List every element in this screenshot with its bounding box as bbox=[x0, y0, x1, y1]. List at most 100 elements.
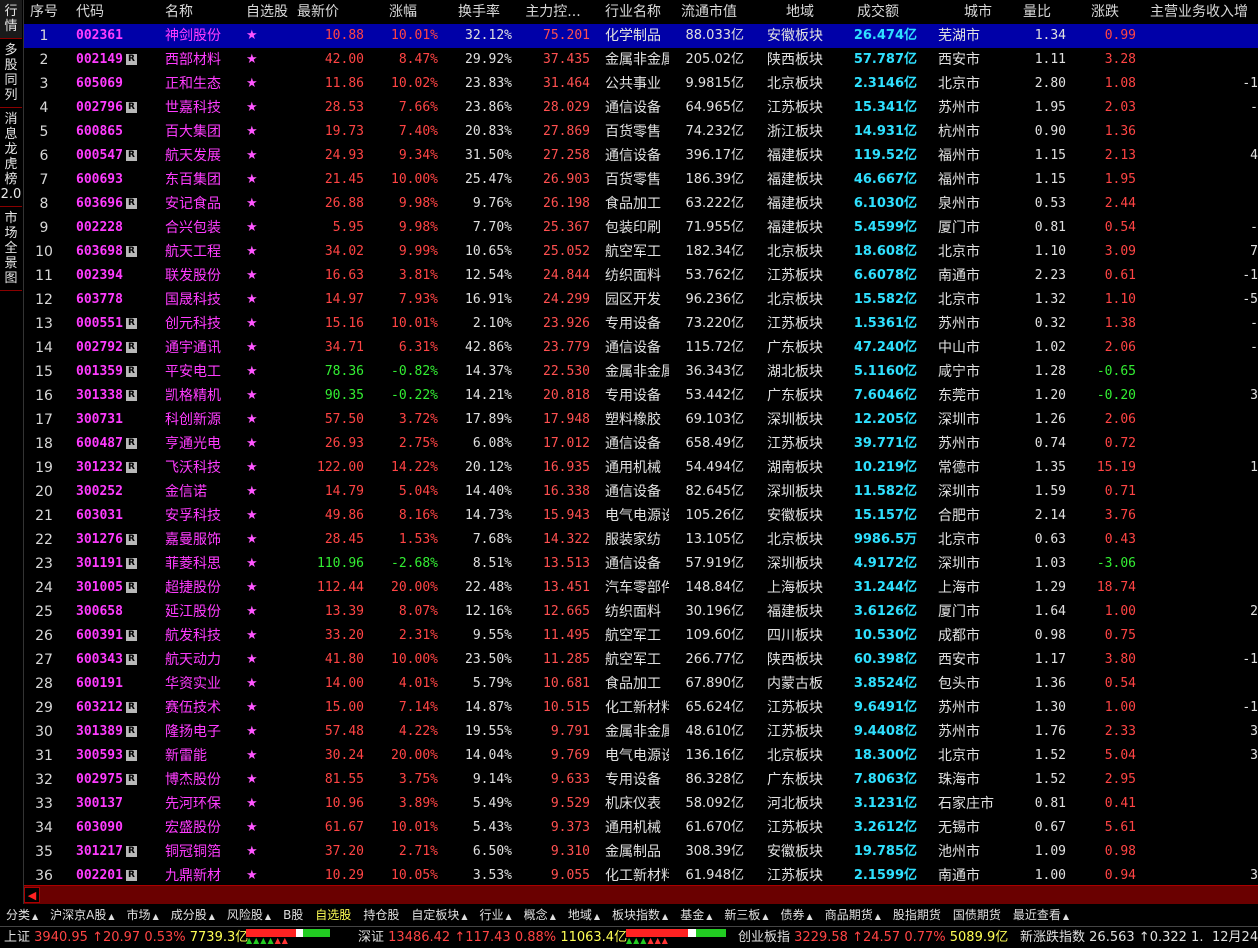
favorite-star-icon[interactable]: ★ bbox=[246, 168, 266, 192]
table-row[interactable]: 30 301389 R 隆扬电子 ★ 57.48 4.22% 19.55% 9.791 金属非金属… bbox=[24, 720, 1258, 744]
favorite-star-icon[interactable]: ★ bbox=[246, 864, 266, 885]
table-row[interactable]: 14 002792 R 通宇通讯 ★ 34.71 6.31% 42.86% 23.779 通信设备… bbox=[24, 336, 1258, 360]
status-cyb[interactable]: 创业板指 3229.58 ↑24.57 0.77% 5089.9亿 bbox=[738, 927, 1008, 948]
favorite-star-icon[interactable]: ★ bbox=[246, 480, 266, 504]
bottom-tab[interactable]: 地域 ▲ bbox=[562, 904, 606, 928]
favorite-star-icon[interactable]: ★ bbox=[246, 288, 266, 312]
table-row[interactable]: 11 002394 联发股份 ★ 16.63 3.81% 12.54% 24.844 纺织面料 5… bbox=[24, 264, 1258, 288]
favorite-star-icon[interactable]: ★ bbox=[246, 120, 266, 144]
table-row[interactable]: 22 301276 R 嘉曼服饰 ★ 28.45 1.53% 7.68% 14.322 服装家纺 1… bbox=[24, 528, 1258, 552]
bottom-tab[interactable]: 板块指数 ▲ bbox=[606, 904, 674, 928]
bottom-tab[interactable]: 股指期货 bbox=[887, 904, 947, 926]
side-tab-market-panorama[interactable]: 市场全景图 bbox=[0, 207, 22, 291]
status-sh[interactable]: 上证 3940.95 ↑20.97 0.53% 7739.3亿 bbox=[4, 927, 248, 948]
table-row[interactable]: 31 300593 R 新雷能 ★ 30.24 20.00% 14.04% 9.769 电气电源设… bbox=[24, 744, 1258, 768]
table-row[interactable]: 26 600391 R 航发科技 ★ 33.20 2.31% 9.55% 11.495 航空军工 1… bbox=[24, 624, 1258, 648]
bottom-tab[interactable]: 国债期货 bbox=[947, 904, 1007, 926]
favorite-star-icon[interactable]: ★ bbox=[246, 672, 266, 696]
table-row[interactable]: 19 301232 R 飞沃科技 ★ 122.00 14.22% 20.12% 16.935 通用… bbox=[24, 456, 1258, 480]
favorite-star-icon[interactable]: ★ bbox=[246, 336, 266, 360]
side-tab-multi-stock[interactable]: 多股同列 bbox=[0, 39, 22, 108]
table-row[interactable]: 6 000547 R 航天发展 ★ 24.93 9.34% 31.50% 27.258 通信设备 3… bbox=[24, 144, 1258, 168]
favorite-star-icon[interactable]: ★ bbox=[246, 144, 266, 168]
bottom-tab[interactable]: 行业 ▲ bbox=[474, 904, 518, 928]
table-row[interactable]: 25 300658 延江股份 ★ 13.39 8.07% 12.16% 12.665 纺织面料 3… bbox=[24, 600, 1258, 624]
table-row[interactable]: 23 301191 R 菲菱科思 ★ 110.96 -2.68% 8.51% 13.513 通信设… bbox=[24, 552, 1258, 576]
bottom-tab[interactable]: 成分股 ▲ bbox=[165, 904, 221, 928]
bottom-tab[interactable]: 最近查看 ▲ bbox=[1007, 904, 1075, 928]
bottom-tab[interactable]: 新三板 ▲ bbox=[718, 904, 774, 928]
header-revenue-growth[interactable]: 主营业务收入增 bbox=[1150, 0, 1258, 24]
table-row[interactable]: 29 603212 R 赛伍技术 ★ 15.00 7.14% 14.87% 10.515 化工新材… bbox=[24, 696, 1258, 720]
favorite-star-icon[interactable]: ★ bbox=[246, 504, 266, 528]
header-name[interactable]: 名称 bbox=[165, 0, 235, 24]
side-tab-quotes[interactable]: 行情 bbox=[0, 0, 22, 39]
bottom-tab[interactable]: B股 bbox=[277, 904, 309, 926]
header-main-control[interactable]: 主力控... bbox=[516, 0, 590, 24]
header-turnover[interactable]: 换手率 bbox=[446, 0, 512, 24]
status-new-index[interactable]: 新涨跌指数 26.563 ↑0.322 1. bbox=[1020, 927, 1203, 948]
bottom-tab[interactable]: 持仓股 bbox=[357, 904, 405, 926]
header-change[interactable]: 涨跌 bbox=[1074, 0, 1136, 24]
table-row[interactable]: 17 300731 科创新源 ★ 57.50 3.72% 17.89% 17.948 塑料橡胶 6… bbox=[24, 408, 1258, 432]
header-code[interactable]: 代码 bbox=[76, 0, 154, 24]
favorite-star-icon[interactable]: ★ bbox=[246, 264, 266, 288]
table-row[interactable]: 5 600865 百大集团 ★ 19.73 7.40% 20.83% 27.869 百货零售 74… bbox=[24, 120, 1258, 144]
bottom-tab[interactable]: 自选股 bbox=[309, 904, 357, 926]
bottom-tab[interactable]: 债券 ▲ bbox=[775, 904, 819, 928]
table-row[interactable]: 16 301338 R 凯格精机 ★ 90.35 -0.22% 14.21% 20.818 专用设… bbox=[24, 384, 1258, 408]
favorite-star-icon[interactable]: ★ bbox=[246, 600, 266, 624]
bottom-tab[interactable]: 沪深京A股 ▲ bbox=[44, 904, 120, 928]
favorite-star-icon[interactable]: ★ bbox=[246, 456, 266, 480]
bottom-tab[interactable]: 风险股 ▲ bbox=[221, 904, 277, 928]
table-row[interactable]: 18 600487 R 亨通光电 ★ 26.93 2.75% 6.08% 17.012 通信设备 6… bbox=[24, 432, 1258, 456]
header-float-cap[interactable]: 流通市值 bbox=[674, 0, 744, 24]
header-volume-ratio[interactable]: 量比 bbox=[1008, 0, 1066, 24]
favorite-star-icon[interactable]: ★ bbox=[246, 360, 266, 384]
favorite-star-icon[interactable]: ★ bbox=[246, 792, 266, 816]
favorite-star-icon[interactable]: ★ bbox=[246, 312, 266, 336]
favorite-star-icon[interactable]: ★ bbox=[246, 240, 266, 264]
favorite-star-icon[interactable]: ★ bbox=[246, 720, 266, 744]
header-industry[interactable]: 行业名称 bbox=[605, 0, 675, 24]
header-seq[interactable]: 序号 bbox=[24, 0, 64, 24]
table-row[interactable]: 9 002228 合兴包装 ★ 5.95 9.98% 7.70% 25.367 包装印刷 71.9… bbox=[24, 216, 1258, 240]
favorite-star-icon[interactable]: ★ bbox=[246, 192, 266, 216]
table-row[interactable]: 7 600693 东百集团 ★ 21.45 10.00% 25.47% 26.903 百货零售 1… bbox=[24, 168, 1258, 192]
table-row[interactable]: 13 000551 R 创元科技 ★ 15.16 10.01% 2.10% 23.926 专用设备… bbox=[24, 312, 1258, 336]
bottom-tab[interactable]: 分类 ▲ bbox=[0, 904, 44, 928]
table-row[interactable]: 12 603778 国晟科技 ★ 14.97 7.93% 16.91% 24.299 园区开发 9… bbox=[24, 288, 1258, 312]
bottom-tab[interactable]: 基金 ▲ bbox=[674, 904, 718, 928]
favorite-star-icon[interactable]: ★ bbox=[246, 648, 266, 672]
favorite-star-icon[interactable]: ★ bbox=[246, 384, 266, 408]
favorite-star-icon[interactable]: ★ bbox=[246, 24, 266, 48]
favorite-star-icon[interactable]: ★ bbox=[246, 216, 266, 240]
favorite-star-icon[interactable]: ★ bbox=[246, 48, 266, 72]
table-row[interactable]: 27 600343 R 航天动力 ★ 41.80 10.00% 23.50% 11.285 航空军… bbox=[24, 648, 1258, 672]
table-row[interactable]: 28 600191 华资实业 ★ 14.00 4.01% 5.79% 10.681 食品加工 67… bbox=[24, 672, 1258, 696]
table-row[interactable]: 3 605069 正和生态 ★ 11.86 10.02% 23.83% 31.464 公共事业 9… bbox=[24, 72, 1258, 96]
horizontal-scrollbar[interactable]: ◀ bbox=[24, 885, 1258, 904]
favorite-star-icon[interactable]: ★ bbox=[246, 552, 266, 576]
scroll-left-icon[interactable]: ◀ bbox=[24, 887, 40, 903]
bottom-tab[interactable]: 概念 ▲ bbox=[518, 904, 562, 928]
favorite-star-icon[interactable]: ★ bbox=[246, 744, 266, 768]
table-row[interactable]: 21 603031 安孚科技 ★ 49.86 8.16% 14.73% 15.943 电气电源设… bbox=[24, 504, 1258, 528]
favorite-star-icon[interactable]: ★ bbox=[246, 528, 266, 552]
table-row[interactable]: 34 603090 宏盛股份 ★ 61.67 10.01% 5.43% 9.373 通用机械 61… bbox=[24, 816, 1258, 840]
table-row[interactable]: 36 002201 R 九鼎新材 ★ 10.29 10.05% 3.53% 9.055 化工新材料… bbox=[24, 864, 1258, 885]
table-row[interactable]: 33 300137 先河环保 ★ 10.96 3.89% 5.49% 9.529 机床仪表 58.… bbox=[24, 792, 1258, 816]
table-row[interactable]: 2 002149 R 西部材料 ★ 42.00 8.47% 29.92% 37.435 金属非金属… bbox=[24, 48, 1258, 72]
favorite-star-icon[interactable]: ★ bbox=[246, 72, 266, 96]
table-row[interactable]: 24 301005 R 超捷股份 ★ 112.44 20.00% 22.48% 13.451 汽车… bbox=[24, 576, 1258, 600]
table-row[interactable]: 32 002975 R 博杰股份 ★ 81.55 3.75% 9.14% 9.633 专用设备 86… bbox=[24, 768, 1258, 792]
table-row[interactable]: 35 301217 R 铜冠铜箔 ★ 37.20 2.71% 6.50% 9.310 金属制品 30… bbox=[24, 840, 1258, 864]
side-tab-news-dragon-tiger[interactable]: 消息龙虎榜2.0 bbox=[0, 108, 22, 207]
favorite-star-icon[interactable]: ★ bbox=[246, 768, 266, 792]
table-row[interactable]: 10 603698 R 航天工程 ★ 34.02 9.99% 10.65% 25.052 航空军工… bbox=[24, 240, 1258, 264]
table-row[interactable]: 4 002796 R 世嘉科技 ★ 28.53 7.66% 23.86% 28.029 通信设备 6… bbox=[24, 96, 1258, 120]
header-pct[interactable]: 涨幅 bbox=[368, 0, 438, 24]
favorite-star-icon[interactable]: ★ bbox=[246, 408, 266, 432]
table-row[interactable]: 20 300252 金信诺 ★ 14.79 5.04% 14.40% 16.338 通信设备 82… bbox=[24, 480, 1258, 504]
favorite-star-icon[interactable]: ★ bbox=[246, 576, 266, 600]
